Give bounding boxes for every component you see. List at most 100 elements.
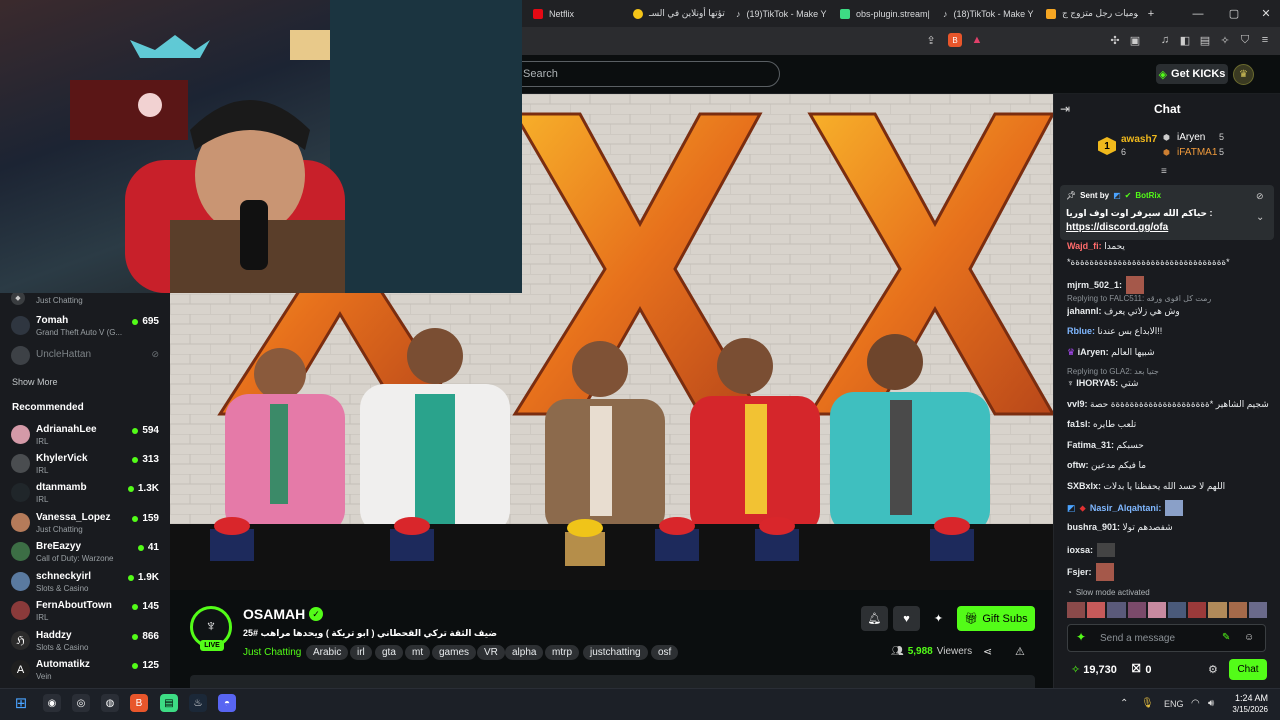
leaderboard-name[interactable]: awash7 bbox=[1121, 134, 1157, 145]
chevron-down-icon[interactable]: ⌄ bbox=[1256, 212, 1264, 223]
new-tab-button[interactable]: + bbox=[1140, 0, 1162, 27]
music-icon[interactable]: ♫ bbox=[1158, 33, 1172, 47]
tab-tiktok-2[interactable]: ♪ (18)TikTok - Make Y bbox=[935, 0, 1035, 27]
gift-subs-label: Gift Subs bbox=[982, 612, 1028, 625]
screenshot-icon[interactable]: ▣ bbox=[1128, 33, 1142, 47]
leaderboard-name[interactable]: iFATMA1 bbox=[1177, 147, 1217, 158]
stream-category-link[interactable]: Just Chatting bbox=[243, 647, 301, 658]
wallet-icon[interactable]: ▤ bbox=[1198, 33, 1212, 47]
sidebar-item-breeazyy[interactable]: BreEazyy Call of Duty: Warzone 41 bbox=[0, 538, 170, 567]
tag-mt[interactable]: mt bbox=[405, 645, 431, 660]
tray-overflow-icon[interactable]: ⌃ bbox=[1120, 698, 1128, 709]
menu-icon[interactable]: ≡ bbox=[1258, 33, 1272, 47]
gift-subs-button[interactable]: 🎁︎ Gift Subs bbox=[957, 606, 1035, 631]
user-avatar[interactable] bbox=[1127, 602, 1146, 618]
obs-app-icon[interactable]: ◉ bbox=[43, 694, 61, 712]
follow-button[interactable]: ♥ bbox=[893, 606, 920, 631]
sidebar-item-khylervick[interactable]: KhylerVick IRL 313 bbox=[0, 450, 170, 479]
tab-arabic-series[interactable]: تؤتها أونلاين في السـ bbox=[625, 0, 725, 27]
sidebar-item-haddzy[interactable]: ℌ Haddzy Slots & Casino 866 bbox=[0, 627, 170, 656]
app-icon[interactable]: ◍ bbox=[101, 694, 119, 712]
wifi-icon[interactable]: ◠ bbox=[1191, 698, 1200, 709]
user-avatar[interactable] bbox=[1228, 602, 1247, 618]
user-avatar[interactable] bbox=[1067, 602, 1086, 618]
volume-icon[interactable]: 🔊︎ bbox=[1208, 698, 1214, 709]
leaderboard-name[interactable]: iAryen bbox=[1177, 132, 1205, 143]
message-input[interactable]: Send a message bbox=[1100, 633, 1175, 644]
user-avatar[interactable] bbox=[1107, 602, 1126, 618]
share-icon[interactable]: ⇪ bbox=[924, 33, 938, 47]
emote-picker-icon[interactable]: ✎ bbox=[1222, 632, 1230, 643]
user-avatar[interactable] bbox=[1248, 602, 1268, 618]
brave-rewards-icon[interactable]: ▲ bbox=[970, 33, 984, 47]
sidebar-item-schneckyirl[interactable]: schneckyirl Slots & Casino 1.9K bbox=[0, 568, 170, 597]
chat-settings-button[interactable]: ⚙ bbox=[1208, 663, 1218, 676]
collapse-chat-button[interactable]: ⇥ bbox=[1060, 102, 1070, 116]
app-icon[interactable]: ◎ bbox=[72, 694, 90, 712]
user-avatar[interactable] bbox=[1087, 602, 1106, 618]
user-avatar[interactable] bbox=[1147, 602, 1167, 618]
tab-obs-plugin[interactable]: obs-plugin.stream| bbox=[832, 0, 932, 27]
tab-tiktok-1[interactable]: ♪ (19)TikTok - Make Y bbox=[728, 0, 828, 27]
minimize-button[interactable]: — bbox=[1180, 0, 1216, 27]
sidebar-item-dtanmamb[interactable]: dtanmamb IRL 1.3K bbox=[0, 479, 170, 508]
extensions-icon[interactable]: ✣ bbox=[1108, 33, 1122, 47]
leo-icon[interactable]: ✧ bbox=[1218, 33, 1232, 47]
notification-bell-button[interactable]: 🔔︎ bbox=[861, 606, 888, 631]
tag-gta[interactable]: gta bbox=[375, 645, 403, 660]
sidebar-item-adrianahlee[interactable]: AdrianahLee IRL 594 bbox=[0, 421, 170, 450]
sidebar-item-vanessa-lopez[interactable]: Vanessa_Lopez Just Chatting 159 bbox=[0, 509, 170, 538]
get-kicks-button[interactable]: ◈ Get KICKs bbox=[1156, 64, 1228, 84]
tab-netflix[interactable]: Netflix bbox=[525, 0, 620, 27]
user-avatar[interactable]: ♛ bbox=[1233, 64, 1254, 85]
channel-avatar[interactable]: ◆ bbox=[11, 291, 25, 305]
webcam-overlay bbox=[0, 0, 522, 293]
windows-start-icon[interactable]: ⊞ bbox=[12, 694, 30, 712]
sidebar-item-unclehattan[interactable]: UncleHattan ⊘ bbox=[0, 342, 170, 371]
send-chat-button[interactable]: Chat bbox=[1229, 659, 1267, 680]
steam-app-icon[interactable]: ♨ bbox=[189, 694, 207, 712]
sidebar-toggle-icon[interactable]: ◧ bbox=[1178, 33, 1192, 47]
clock-time[interactable]: 1:24 AM bbox=[1232, 693, 1268, 703]
bell-icon: 🔔︎ bbox=[867, 613, 882, 625]
emoji-icon[interactable]: ☺ bbox=[1244, 632, 1254, 643]
sidebar-item-7omah[interactable]: 7omah Grand Theft Auto V (G... 695 bbox=[0, 312, 170, 341]
tag-alpha[interactable]: alpha bbox=[505, 645, 544, 660]
report-button[interactable]: ⚠ bbox=[1015, 645, 1025, 658]
tag-irl[interactable]: irl bbox=[350, 645, 372, 660]
tag-justchatting[interactable]: justchatting bbox=[583, 645, 648, 660]
kicks-button[interactable]: ✦ bbox=[925, 606, 952, 631]
users-icon: 👥︎ bbox=[891, 646, 904, 657]
expand-leaderboard-icon[interactable]: ≡ bbox=[1161, 166, 1167, 177]
search-input[interactable]: Search bbox=[505, 61, 780, 87]
sidebar-item-fernabouttown[interactable]: FernAboutTown IRL 145 bbox=[0, 597, 170, 626]
sidebar-item-automatikz[interactable]: A Automatikz Vein 125 bbox=[0, 656, 170, 685]
channel-name[interactable]: OSAMAH bbox=[243, 606, 305, 622]
maximize-button[interactable]: ▢ bbox=[1216, 0, 1252, 27]
show-more-button[interactable]: Show More bbox=[12, 377, 58, 387]
tab-arabic-diary[interactable]: يوميات رجل متزوج ج bbox=[1038, 0, 1138, 27]
unpin-icon[interactable]: ⊘ bbox=[1256, 191, 1264, 202]
brave-app-icon[interactable]: B bbox=[130, 694, 148, 712]
clock-date[interactable]: 3/15/2026 bbox=[1224, 705, 1268, 714]
brave-shield-icon[interactable]: B bbox=[948, 33, 962, 47]
tag-vr[interactable]: VR bbox=[477, 645, 505, 660]
app-icon[interactable]: ▤ bbox=[160, 694, 178, 712]
gift-counter[interactable]: ⛝ 0 bbox=[1132, 663, 1152, 676]
share-button[interactable]: ⋖ bbox=[983, 645, 992, 658]
channel-avatar bbox=[11, 483, 30, 502]
pinned-link[interactable]: https://discord.gg/ofa bbox=[1066, 222, 1168, 233]
discord-app-icon[interactable]: ◓ bbox=[218, 694, 236, 712]
vpn-icon[interactable]: ⛉ bbox=[1238, 33, 1252, 47]
kicks-balance[interactable]: ✧ 19,730 bbox=[1071, 663, 1117, 677]
mic-icon[interactable]: 🎙︎ bbox=[1141, 698, 1154, 709]
user-avatar[interactable] bbox=[1208, 602, 1227, 618]
tag-arabic[interactable]: Arabic bbox=[306, 645, 349, 660]
tag-mtrp[interactable]: mtrp bbox=[545, 645, 579, 660]
user-avatar[interactable] bbox=[1168, 602, 1187, 618]
language-indicator[interactable]: ENG bbox=[1164, 699, 1184, 709]
tag-games[interactable]: games bbox=[432, 645, 477, 660]
tag-osf[interactable]: osf bbox=[651, 645, 679, 660]
close-window-button[interactable]: ✕ bbox=[1248, 0, 1280, 27]
user-avatar[interactable] bbox=[1188, 602, 1207, 618]
